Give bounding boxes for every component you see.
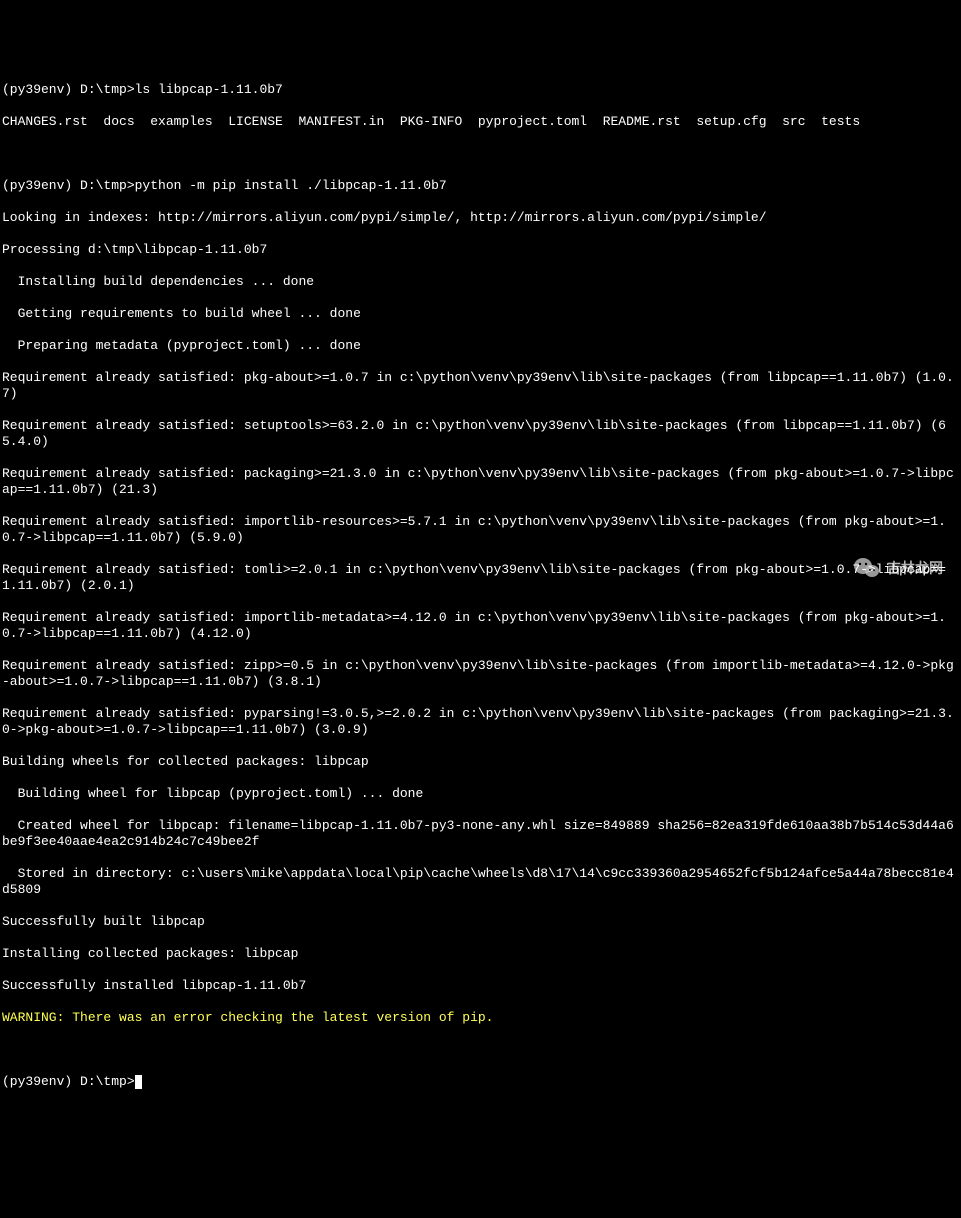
output-line: Building wheel for libpcap (pyproject.to…: [2, 786, 959, 802]
command-pip-install: python -m pip install ./libpcap-1.11.0b7: [135, 178, 447, 193]
blank-line: [2, 1042, 959, 1058]
output-line: Installing collected packages: libpcap: [2, 946, 959, 962]
output-line: Successfully installed libpcap-1.11.0b7: [2, 978, 959, 994]
terminal-output[interactable]: (py39env) D:\tmp>ls libpcap-1.11.0b7 CHA…: [0, 66, 961, 1106]
watermark-text: 吉林龙网: [887, 560, 943, 576]
output-line: Successfully built libpcap: [2, 914, 959, 930]
output-line: Requirement already satisfied: pyparsing…: [2, 706, 959, 738]
warning-line: WARNING: There was an error checking the…: [2, 1010, 959, 1026]
ls-output: CHANGES.rst docs examples LICENSE MANIFE…: [2, 114, 959, 130]
output-line: Requirement already satisfied: setuptool…: [2, 418, 959, 450]
output-line: Created wheel for libpcap: filename=libp…: [2, 818, 959, 850]
prompt-line: (py39env) D:\tmp>python -m pip install .…: [2, 178, 959, 194]
command-ls: ls libpcap-1.11.0b7: [135, 82, 283, 97]
output-line: Building wheels for collected packages: …: [2, 754, 959, 770]
output-line: Requirement already satisfied: importlib…: [2, 514, 959, 546]
output-line: Requirement already satisfied: zipp>=0.5…: [2, 658, 959, 690]
output-line: Looking in indexes: http://mirrors.aliyu…: [2, 210, 959, 226]
blank-line: [2, 146, 959, 162]
prompt: (py39env) D:\tmp>: [2, 178, 135, 193]
output-line: Requirement already satisfied: packaging…: [2, 466, 959, 498]
cursor[interactable]: [135, 1075, 142, 1089]
prompt: (py39env) D:\tmp>: [2, 82, 135, 97]
wechat-icon: [853, 556, 881, 580]
output-line: Requirement already satisfied: importlib…: [2, 610, 959, 642]
output-line: Installing build dependencies ... done: [2, 274, 959, 290]
prompt-line: (py39env) D:\tmp>: [2, 1074, 959, 1090]
output-line: Requirement already satisfied: pkg-about…: [2, 370, 959, 402]
output-line: Getting requirements to build wheel ... …: [2, 306, 959, 322]
output-line: Preparing metadata (pyproject.toml) ... …: [2, 338, 959, 354]
output-line: Stored in directory: c:\users\mike\appda…: [2, 866, 959, 898]
prompt-line: (py39env) D:\tmp>ls libpcap-1.11.0b7: [2, 82, 959, 98]
output-line: Processing d:\tmp\libpcap-1.11.0b7: [2, 242, 959, 258]
output-line: Requirement already satisfied: tomli>=2.…: [2, 562, 959, 594]
prompt: (py39env) D:\tmp>: [2, 1074, 135, 1089]
watermark: 吉林龙网: [853, 556, 943, 580]
